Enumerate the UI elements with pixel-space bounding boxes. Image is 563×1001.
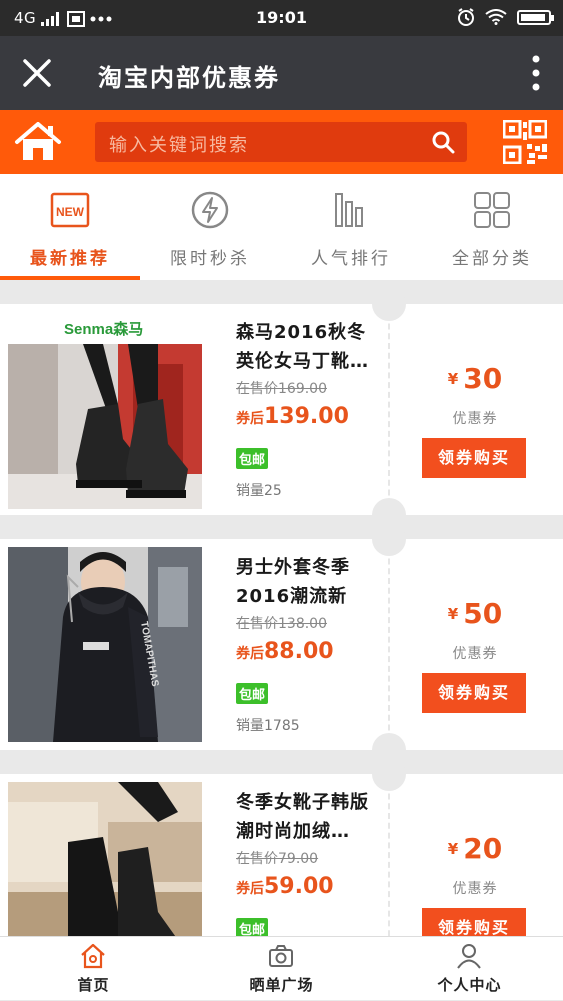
coupon-notch [372, 757, 406, 791]
coupon-price: 券后139.00 [236, 404, 349, 429]
coupon-divider [388, 539, 390, 750]
search-input[interactable]: 输入关键词搜索 [95, 122, 467, 162]
grid-icon [474, 192, 510, 228]
active-tab-indicator [0, 276, 140, 280]
close-icon[interactable] [20, 56, 54, 90]
tab-label: 首页 [77, 976, 110, 994]
coupon-value: ¥ 20 [400, 832, 550, 865]
free-shipping-badge: 包邮 [236, 448, 269, 469]
product-image[interactable] [8, 344, 202, 509]
wifi-icon [485, 9, 507, 25]
currency-symbol: ¥ [447, 370, 459, 388]
more-menu-icon[interactable] [531, 54, 541, 92]
category-nav: NEW 最新推荐 限时秒杀 人气排行 全部分类 [0, 174, 563, 280]
get-coupon-button[interactable]: 领券购买 [422, 673, 526, 713]
alarm-icon [458, 8, 474, 26]
title-bar: 淘宝内部优惠券 [0, 36, 563, 110]
tab-flash-sale[interactable]: 限时秒杀 [140, 174, 280, 280]
tab-label: 个人中心 [437, 976, 502, 994]
tab-latest[interactable]: NEW 最新推荐 [0, 174, 140, 280]
product-title[interactable]: 冬季女靴子韩版潮时尚加绒… [236, 788, 382, 846]
tab-label: 人气排行 [311, 249, 391, 269]
currency-symbol: ¥ [447, 840, 459, 858]
free-shipping-badge: 包邮 [236, 683, 269, 704]
status-bar: 4G 19:01 [0, 0, 563, 36]
lightning-icon [191, 191, 229, 229]
original-price: 在售价79.00 [236, 851, 319, 867]
currency-symbol: ¥ [447, 605, 459, 623]
tab-label: 晒单广场 [249, 976, 314, 994]
new-badge-icon: NEW [50, 192, 90, 228]
coupon-price: 券后59.00 [236, 874, 334, 899]
coupon-amount: 20 [463, 832, 503, 865]
tab-popular[interactable]: 人气排行 [281, 174, 421, 280]
search-icon[interactable] [431, 130, 455, 154]
coupon-value: ¥ 50 [400, 597, 550, 630]
after-coupon-price: 59.00 [264, 874, 334, 899]
battery-icon [517, 9, 554, 25]
search-bar: 输入关键词搜索 [0, 110, 563, 174]
after-coupon-label: 券后 [236, 411, 264, 427]
after-coupon-price: 88.00 [264, 639, 334, 664]
product-card[interactable]: TOMAPITHAS 男士外套冬季2016潮流新款… 在售价138.00 券后8… [0, 522, 563, 767]
search-placeholder: 输入关键词搜索 [109, 135, 249, 156]
coupon-notch [372, 287, 406, 321]
product-title[interactable]: 森马2016秋冬英伦女马丁靴… [236, 318, 382, 376]
svg-text:NEW: NEW [56, 205, 85, 219]
sales-count: 销量1785 [236, 718, 300, 734]
product-card[interactable]: Senma森马 森马2016秋冬英伦女马丁靴… 在售价169.00 券后139.… [0, 287, 563, 532]
tab-share-square[interactable]: 晒单广场 [188, 937, 375, 1001]
tab-profile[interactable]: 个人中心 [376, 937, 563, 1001]
sales-count: 销量25 [236, 483, 282, 499]
brand-logo: Senma森马 [64, 321, 144, 338]
coupon-amount: 30 [463, 362, 503, 395]
get-coupon-button[interactable]: 领券购买 [422, 438, 526, 478]
original-price: 在售价138.00 [236, 616, 327, 632]
camera-icon [269, 945, 293, 967]
coupon-notch [372, 522, 406, 556]
after-coupon-label: 券后 [236, 646, 264, 662]
coupon-price: 券后88.00 [236, 639, 334, 664]
after-coupon-price: 139.00 [264, 404, 349, 429]
coupon-amount: 50 [463, 597, 503, 630]
coupon-label: 优惠券 [452, 881, 498, 897]
tab-label: 最新推荐 [30, 249, 110, 269]
home-icon [81, 943, 105, 969]
tab-all-categories[interactable]: 全部分类 [422, 174, 562, 280]
coupon-value: ¥ 30 [400, 362, 550, 395]
home-icon[interactable] [14, 122, 62, 162]
status-right [457, 8, 554, 26]
coupon-label: 优惠券 [452, 411, 498, 427]
page-title: 淘宝内部优惠券 [98, 64, 280, 92]
after-coupon-label: 券后 [236, 881, 264, 897]
coupon-divider [388, 304, 390, 515]
bar-chart-icon [335, 193, 363, 227]
tab-label: 全部分类 [452, 249, 532, 269]
product-title[interactable]: 男士外套冬季2016潮流新款… [236, 553, 382, 611]
tab-label: 限时秒杀 [170, 249, 250, 269]
bottom-tab-bar: 首页 晒单广场 个人中心 [0, 936, 563, 1000]
tab-home[interactable]: 首页 [0, 937, 187, 1001]
product-image[interactable]: TOMAPITHAS [8, 547, 202, 742]
qr-code-icon[interactable] [503, 120, 547, 164]
original-price: 在售价169.00 [236, 381, 327, 397]
person-icon [457, 944, 481, 969]
coupon-label: 优惠券 [452, 646, 498, 662]
